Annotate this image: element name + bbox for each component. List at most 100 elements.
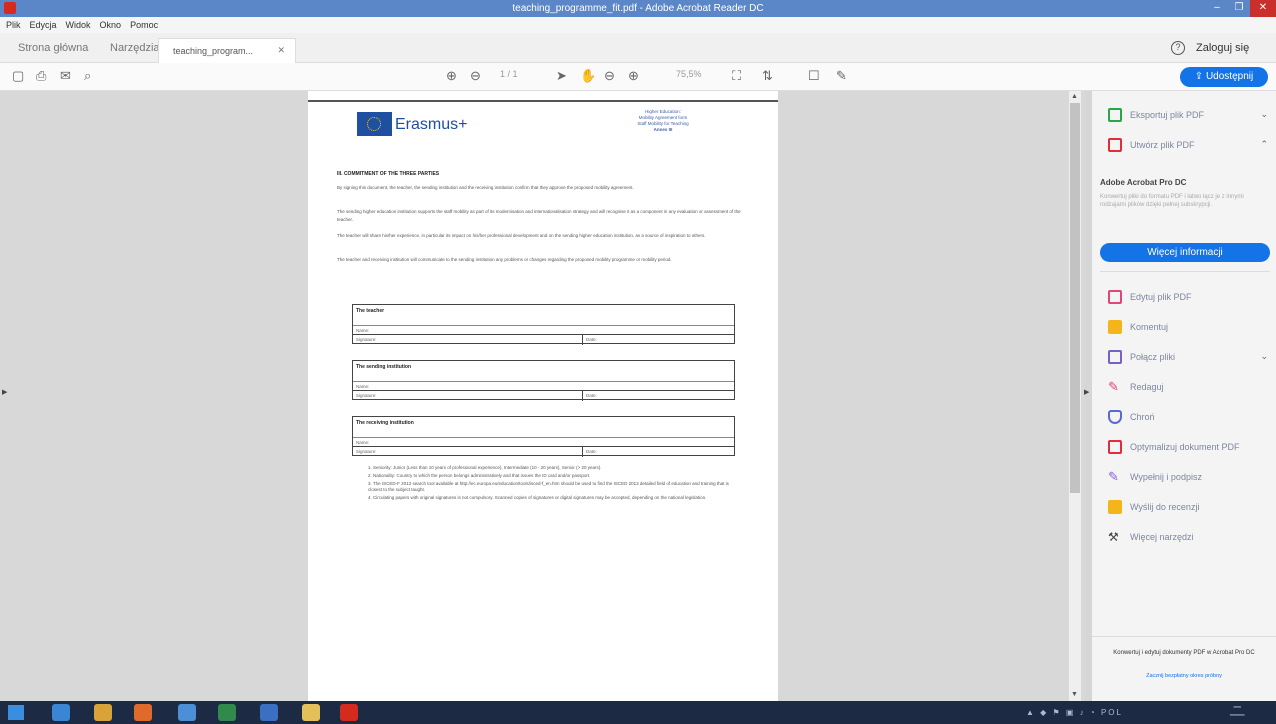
left-panel-toggle-icon[interactable]: ▶ xyxy=(2,388,7,396)
footnote: 2. Nationality: Country to which the per… xyxy=(368,473,591,478)
page-down-icon[interactable]: ⊖ xyxy=(470,68,481,84)
tool-export-pdf[interactable]: Eksportuj plik PDF ⌄ xyxy=(1092,105,1276,127)
footnote: 1. Seniority: Junior (Less than 10 years… xyxy=(368,465,602,470)
tool-fill-sign[interactable]: ✎ Wypełnij i podpisz xyxy=(1092,467,1276,489)
menu-file[interactable]: Plik xyxy=(6,20,21,30)
comment-icon[interactable]: ☐ xyxy=(808,68,820,84)
hand-tool-icon[interactable]: ✋ xyxy=(580,68,596,84)
tool-redact[interactable]: ✎ Redaguj xyxy=(1092,377,1276,399)
menu-help[interactable]: Pomoc xyxy=(130,20,158,30)
tab-bar: Strona główna Narzędzia teaching_program… xyxy=(0,33,1276,63)
window-title: teaching_programme_fit.pdf - Adobe Acrob… xyxy=(512,3,764,14)
section-title: III. COMMITMENT OF THE THREE PARTIES xyxy=(337,171,440,177)
menu-bar: Plik Edycja Widok Okno Pomoc xyxy=(0,17,1276,33)
erasmus-logo-text: Erasmus+ xyxy=(395,116,468,133)
share-label: Udostępnij xyxy=(1205,71,1254,82)
redact-icon: ✎ xyxy=(1108,379,1119,394)
share-button[interactable]: ⇪ Udostępnij xyxy=(1180,67,1268,87)
tool-optimize-pdf[interactable]: Optymalizuj dokument PDF xyxy=(1092,437,1276,459)
chrome-icon[interactable] xyxy=(94,704,112,721)
date-field-label: Date: xyxy=(586,337,597,342)
tab-document[interactable]: teaching_program... ✕ xyxy=(158,38,296,63)
tool-edit-pdf[interactable]: Edytuj plik PDF xyxy=(1092,287,1276,309)
vertical-scrollbar[interactable]: ▲ ▼ xyxy=(1069,91,1081,701)
app-icon[interactable] xyxy=(178,704,196,721)
chevron-down-icon[interactable]: ⌄ xyxy=(1260,109,1268,120)
tool-label: Wyślij do recenzji xyxy=(1130,502,1200,512)
box-label: The receiving institution xyxy=(356,420,414,426)
header-line: Annex III xyxy=(653,127,673,132)
signature-box-sending: The sending institution Name: Signature:… xyxy=(352,360,735,401)
menu-window[interactable]: Okno xyxy=(100,20,122,30)
title-bar: teaching_programme_fit.pdf - Adobe Acrob… xyxy=(0,0,1276,17)
scroll-up-icon[interactable]: ▲ xyxy=(1071,93,1078,100)
tools-pane: Eksportuj plik PDF ⌄ Utwórz plik PDF ⌃ A… xyxy=(1092,91,1276,701)
tab-tools[interactable]: Narzędzia xyxy=(110,42,160,54)
tool-label: Chroń xyxy=(1130,412,1155,422)
more-info-button[interactable]: Więcej informacji xyxy=(1100,243,1270,262)
search-icon[interactable]: ⌕ xyxy=(84,68,91,84)
tool-send-review[interactable]: Wyślij do recenzji xyxy=(1092,497,1276,519)
firefox-icon[interactable] xyxy=(134,704,152,721)
tool-create-pdf[interactable]: Utwórz plik PDF ⌃ xyxy=(1092,135,1276,157)
sidebar-toggle-icon[interactable]: ▢ xyxy=(12,68,24,84)
paragraph: The sending higher education institution… xyxy=(337,209,741,222)
page-up-icon[interactable]: ⊕ xyxy=(446,68,457,84)
footnote: 4. Circulating papers with original sign… xyxy=(368,495,707,500)
close-button[interactable]: ✕ xyxy=(1250,0,1276,17)
chevron-down-icon[interactable]: ⌄ xyxy=(1260,351,1268,362)
scroll-mode-icon[interactable]: ⇅ xyxy=(762,68,773,84)
export-pdf-icon xyxy=(1108,108,1122,122)
free-trial-link[interactable]: Zacznij bezpłatny okres próbny xyxy=(1102,673,1266,679)
help-icon[interactable]: ? xyxy=(1171,41,1185,55)
scrollbar-thumb[interactable] xyxy=(1070,103,1080,493)
divider xyxy=(1100,271,1270,272)
ie-icon[interactable] xyxy=(52,704,70,721)
menu-view[interactable]: Widok xyxy=(66,20,91,30)
menu-edit[interactable]: Edycja xyxy=(30,20,57,30)
acrobat-icon[interactable] xyxy=(340,704,358,721)
print-icon[interactable]: ⎙ xyxy=(36,68,46,84)
system-tray[interactable]: ▲ ◆ ⚑ ▣ ♪ ◔ POL xyxy=(1026,708,1123,717)
comment-icon xyxy=(1108,320,1122,334)
email-icon[interactable]: ✉ xyxy=(60,68,71,84)
toolbar: ▢ ⎙ ✉ ⌕ ⊕ ⊖ 1 / 1 ➤ ✋ ⊖ ⊕ 75,5% ⛶ ⇅ ☐ ✎ … xyxy=(0,63,1276,91)
tool-label: Połącz pliki xyxy=(1130,352,1176,362)
select-tool-icon[interactable]: ➤ xyxy=(556,68,567,84)
combine-files-icon xyxy=(1108,350,1122,364)
taskbar: ▲ ◆ ⚑ ▣ ♪ ◔ POL ━━ ━━━━ xyxy=(0,701,1276,724)
scroll-down-icon[interactable]: ▼ xyxy=(1071,691,1078,698)
start-button[interactable] xyxy=(8,705,24,720)
excel-icon[interactable] xyxy=(218,704,236,721)
zoom-in-icon[interactable]: ⊕ xyxy=(628,68,639,84)
fit-page-icon[interactable]: ⛶ xyxy=(732,68,741,84)
maximize-button[interactable]: ❐ xyxy=(1228,0,1250,17)
tool-label: Więcej narzędzi xyxy=(1130,532,1194,542)
tool-comment[interactable]: Komentuj xyxy=(1092,317,1276,339)
close-tab-icon[interactable]: ✕ xyxy=(277,45,285,56)
tool-label: Optymalizuj dokument PDF xyxy=(1130,442,1240,452)
tab-document-label: teaching_program... xyxy=(173,46,254,56)
chevron-up-icon[interactable]: ⌃ xyxy=(1260,139,1268,150)
pro-trial-promo: Konwertuj i edytuj dokumenty PDF w Acrob… xyxy=(1092,636,1276,701)
sign-in-link[interactable]: Zaloguj się xyxy=(1196,42,1249,54)
tool-combine-files[interactable]: Połącz pliki ⌄ xyxy=(1092,347,1276,369)
share-icon: ⇪ xyxy=(1194,71,1206,82)
explorer-icon[interactable] xyxy=(302,704,320,721)
footnotes: 1. Seniority: Junior (Less than 10 years… xyxy=(368,465,738,503)
signature-field-label: Signature: xyxy=(356,337,377,342)
zoom-out-icon[interactable]: ⊖ xyxy=(604,68,615,84)
right-panel-toggle-icon[interactable]: ▶ xyxy=(1084,388,1089,396)
tool-protect[interactable]: Chroń xyxy=(1092,407,1276,429)
zoom-level-field[interactable]: 75,5% xyxy=(676,69,702,79)
draw-icon[interactable]: ✎ xyxy=(836,68,847,84)
minimize-button[interactable]: – xyxy=(1206,0,1228,17)
clock[interactable]: ━━ ━━━━ xyxy=(1230,704,1244,720)
tool-more-tools[interactable]: ⚒ Więcej narzędzi xyxy=(1092,527,1276,549)
language-indicator[interactable]: POL xyxy=(1101,708,1123,717)
page-number-field[interactable]: 1 / 1 xyxy=(500,69,518,79)
word-icon[interactable] xyxy=(260,704,278,721)
tool-label: Utwórz plik PDF xyxy=(1130,140,1195,150)
tab-home[interactable]: Strona główna xyxy=(18,42,88,54)
document-header-info: Higher Education: Mobility Agreement for… xyxy=(608,109,718,133)
